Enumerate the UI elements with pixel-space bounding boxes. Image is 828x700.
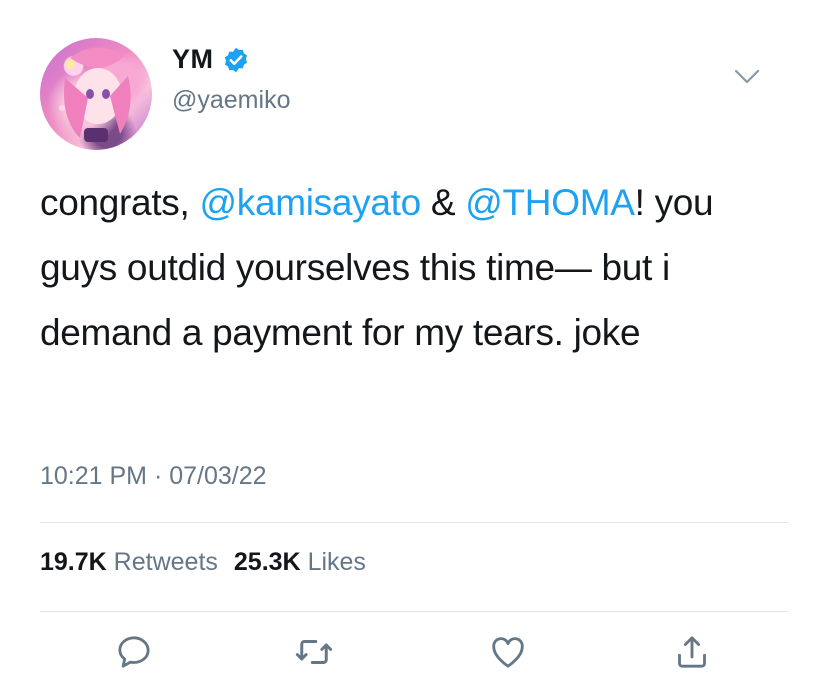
retweets-label: Retweets <box>113 548 218 576</box>
heart-icon <box>492 637 524 668</box>
meta-separator: · <box>153 462 163 490</box>
tweet-text: congrats, @kamisayato & @THOMA! you guys… <box>40 170 800 365</box>
mention-link[interactable]: @THOMA <box>465 182 635 223</box>
author-name-row: YM <box>172 44 250 75</box>
divider <box>40 611 788 612</box>
like-button[interactable] <box>484 628 532 676</box>
avatar-art <box>59 47 131 142</box>
avatar[interactable] <box>40 38 152 150</box>
tweet-text-segment: & <box>420 182 466 223</box>
likes-stat[interactable]: 25.3K Likes <box>234 548 370 577</box>
reply-button[interactable] <box>110 628 158 676</box>
retweets-stat[interactable]: 19.7K Retweets <box>40 548 222 577</box>
tweet-actions-bar <box>0 628 828 678</box>
likes-count: 25.3K <box>233 548 301 576</box>
retweet-icon <box>295 640 333 664</box>
tweet-date: 07/03/22 <box>169 462 267 490</box>
retweets-count: 19.7K <box>40 548 107 576</box>
tweet-timestamp[interactable]: 10:21 PM · 07/03/22 <box>40 462 267 491</box>
user-handle[interactable]: @yaemiko <box>172 86 290 115</box>
verified-badge-icon <box>222 46 250 74</box>
tweet-time: 10:21 PM <box>40 462 148 490</box>
mention-link[interactable]: @kamisayato <box>199 182 421 223</box>
engagement-stats: 19.7K Retweets 25.3K Likes <box>40 548 370 577</box>
share-button[interactable] <box>668 628 716 676</box>
divider <box>40 522 788 523</box>
reply-icon <box>118 636 150 668</box>
retweet-button[interactable] <box>290 628 338 676</box>
chevron-down-icon[interactable] <box>734 68 760 86</box>
likes-label: Likes <box>307 548 366 576</box>
tweet-text-segment: congrats, <box>40 182 200 223</box>
share-icon <box>678 636 706 668</box>
display-name[interactable]: YM <box>172 44 214 75</box>
